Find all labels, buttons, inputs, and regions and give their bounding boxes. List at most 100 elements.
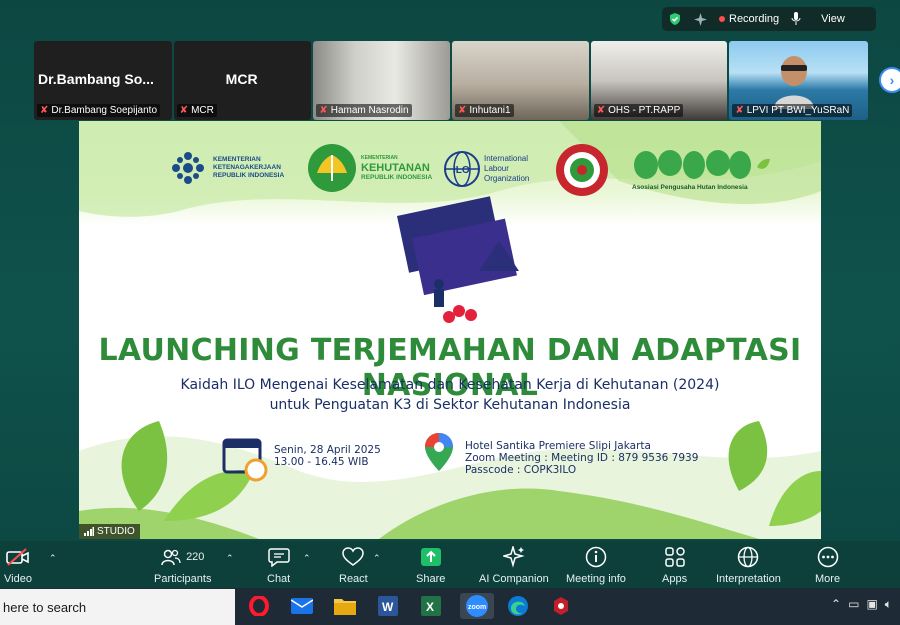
ilo-logo: ILO International Labour Organization [444, 151, 529, 187]
apiii-name: Asosiasi Pengusaha Hutan Indonesia [632, 184, 748, 191]
studio-label: STUDIO [97, 526, 135, 537]
participant-name-label: OHS - PT.RAPP [608, 105, 681, 116]
participants-icon [161, 549, 181, 566]
ilo-line2: Labour [484, 164, 509, 173]
participant-name-tag: ✘ Hamam Nasrodin [316, 104, 412, 117]
sparkle-icon[interactable] [688, 7, 713, 31]
participant-video-tile[interactable]: ✘ LPVI PT BWI_YuSRaN [729, 41, 869, 120]
video-off-icon [6, 548, 29, 566]
apps-label: Apps [662, 573, 688, 585]
studio-badge: STUDIO [79, 524, 140, 539]
taskbar-search-box[interactable]: here to search [0, 589, 235, 625]
apiii-trees-icon [634, 150, 770, 179]
chat-button[interactable]: Chat [267, 545, 290, 585]
kemnaker-emblem-icon [172, 152, 204, 184]
view-button[interactable]: View [815, 7, 851, 31]
chat-options-chevron-icon[interactable]: ⌃ [303, 553, 311, 564]
interpretation-button[interactable]: Interpretation [716, 545, 781, 585]
svg-text:X: X [426, 600, 434, 614]
meeting-controls-toolbar: Video ⌃ 220 Participants ⌃ Chat ⌃ React … [0, 541, 900, 588]
event-datetime: Senin, 28 April 2025 13.00 - 16.45 WIB [274, 444, 381, 468]
participant-name-label: Hamam Nasrodin [330, 105, 409, 116]
game-icon[interactable] [547, 593, 575, 619]
search-placeholder: here to search [3, 599, 87, 615]
share-screen-icon [420, 548, 441, 566]
kemnaker-logo: KEMENTERIAN KETENAGAKERJAAN REPUBLIK INDON… [167, 149, 284, 187]
chat-icon [267, 548, 290, 567]
zoom-icon[interactable]: zoom [460, 593, 494, 619]
network-icon[interactable]: ▣ [866, 597, 877, 612]
interpretation-label: Interpretation [716, 573, 781, 585]
participants-label: Participants [154, 573, 212, 585]
zoom-meeting-window: Recording View Dr.Bambang So... ✘ Dr.Bamb… [0, 0, 900, 625]
participant-name-tag: ✘ OHS - PT.RAPP [593, 104, 684, 117]
participant-tile[interactable]: MCR ✘ MCR [173, 41, 312, 120]
participant-thumbnail-strip: Dr.Bambang So... ✘ Dr.Bambang Soepijanto … [34, 41, 869, 120]
meeting-info-button[interactable]: Meeting info [566, 545, 626, 585]
meeting-info-label: Meeting info [566, 573, 626, 585]
svg-text:zoom: zoom [468, 604, 486, 611]
top-status-pill: Recording View [662, 7, 876, 31]
recording-indicator[interactable]: Recording [713, 7, 785, 31]
union-seal-icon [556, 144, 608, 196]
video-options-chevron-icon[interactable]: ⌃ [49, 553, 57, 564]
participant-tile[interactable]: Dr.Bambang So... ✘ Dr.Bambang Soepijanto [34, 41, 172, 120]
encryption-shield-icon[interactable] [662, 7, 688, 31]
event-venue: Hotel Santika Premiere Slipi Jakarta [465, 440, 651, 452]
mic-muted-icon: ✘ [319, 105, 328, 116]
word-icon[interactable]: W [374, 593, 402, 619]
more-button[interactable]: More [815, 545, 840, 585]
participant-video-tile[interactable]: ✘ OHS - PT.RAPP [590, 41, 728, 120]
svg-text:ILO: ILO [453, 165, 470, 176]
participant-name-tag: ✘ MCR [176, 104, 217, 117]
system-tray: ⌃ ▭ ▣ 🔈︎ [831, 597, 892, 612]
mic-muted-icon: ✘ [596, 105, 606, 116]
recording-label: Recording [729, 13, 780, 25]
participant-name-large: MCR [225, 71, 258, 87]
ilo-line1: International [484, 154, 529, 163]
participant-name-tag: ✘ Dr.Bambang Soepijanto [37, 104, 161, 117]
apps-button[interactable]: Apps [662, 545, 687, 585]
participant-video-tile[interactable]: ✘ Hamam Nasrodin [313, 41, 451, 120]
ai-sparkle-icon [502, 546, 525, 568]
svg-text:W: W [382, 600, 394, 614]
apps-icon [664, 547, 685, 567]
event-date: Senin, 28 April 2025 [274, 444, 381, 456]
react-options-chevron-icon[interactable]: ⌃ [373, 553, 381, 564]
share-button[interactable]: Share [416, 545, 445, 585]
ai-companion-label: AI Companion [479, 573, 549, 585]
participant-video-tile[interactable]: ✘ Inhutani1 [452, 41, 589, 120]
more-dots-icon [817, 546, 838, 568]
participant-name-label: Inhutani1 [469, 105, 511, 116]
mic-muted-icon: ✘ [179, 105, 189, 116]
battery-icon[interactable]: ▭ [848, 597, 859, 612]
mail-icon[interactable] [288, 593, 316, 619]
kemenhut-line2: KEHUTANAN [361, 162, 430, 174]
participant-name-label: MCR [191, 105, 214, 116]
excel-icon[interactable]: X [417, 593, 445, 619]
participant-name-large: Dr.Bambang So... [38, 71, 154, 87]
react-button[interactable]: React [339, 545, 368, 585]
next-participants-arrow-icon[interactable]: › [879, 67, 900, 93]
heart-icon [342, 547, 365, 566]
ai-companion-button[interactable]: AI Companion [479, 545, 549, 585]
participants-options-chevron-icon[interactable]: ⌃ [226, 553, 234, 564]
participants-button[interactable]: 220 Participants [154, 545, 211, 585]
kemenhut-logo: KEMENTERIAN KEHUTANAN REPUBLIK INDONESIA [307, 143, 432, 193]
slide-subtitle-line2: untuk Penguatan K3 di Sektor Kehutanan I… [269, 397, 631, 413]
kemnaker-line2: KETENAGAKERJAAN [213, 164, 281, 171]
participant-name-tag: ✘ LPVI PT BWI_YuSRaN [732, 104, 853, 117]
file-explorer-folder-icon[interactable] [331, 593, 359, 619]
opera-icon[interactable] [245, 593, 273, 619]
video-button[interactable]: Video [4, 545, 32, 585]
event-passcode: Passcode : COPK3ILO [465, 464, 577, 476]
kemnaker-line3: REPUBLIK INDONESIA [213, 172, 285, 179]
view-label: View [821, 13, 845, 25]
speaker-icon[interactable]: 🔈︎ [885, 597, 892, 612]
tray-overflow-chevron-icon[interactable]: ⌃ [831, 597, 841, 612]
participant-name-tag: ✘ Inhutani1 [455, 104, 514, 117]
event-location: Hotel Santika Premiere Slipi Jakarta Zoo… [465, 440, 698, 476]
microphone-icon[interactable] [785, 7, 807, 31]
edge-icon[interactable] [504, 593, 532, 619]
mic-muted-icon: ✘ [458, 105, 467, 116]
